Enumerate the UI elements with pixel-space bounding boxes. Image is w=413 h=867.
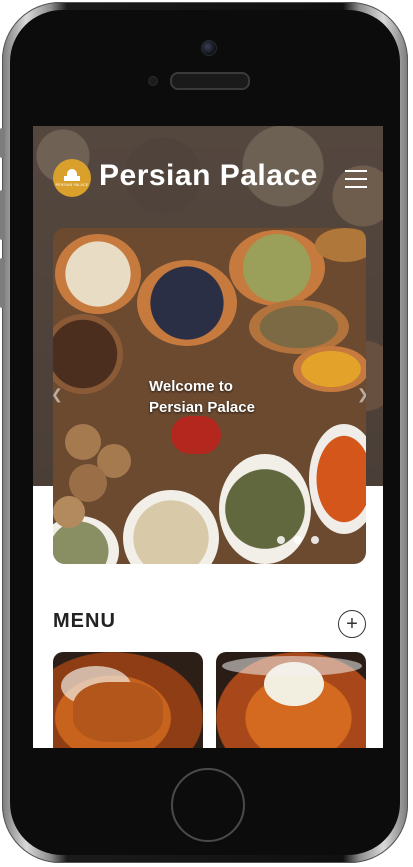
slide-caption-line: Persian Palace <box>149 399 255 416</box>
front-camera-icon <box>201 40 217 56</box>
slider-dot[interactable] <box>260 536 268 544</box>
curry-image <box>73 682 163 742</box>
slider-dots <box>260 536 319 544</box>
spice-bowl-image <box>229 230 325 306</box>
chili-image <box>171 416 221 454</box>
brand-name[interactable]: Persian Palace <box>99 159 318 193</box>
nutmeg-image <box>65 424 101 460</box>
spice-bowl-image <box>309 424 366 534</box>
proximity-sensor <box>148 76 158 86</box>
menu-title: MENU <box>53 610 116 632</box>
slide-caption-line: Welcome to <box>149 378 233 395</box>
earpiece-speaker <box>170 72 250 90</box>
hero-slider[interactable]: ❮ ❯ Welcome to Persian Palace <box>53 228 366 564</box>
slider-dot[interactable] <box>277 536 285 544</box>
mute-switch <box>0 128 5 158</box>
next-slide-icon[interactable]: ❯ <box>357 386 366 403</box>
hamburger-menu-icon[interactable] <box>345 170 367 188</box>
nutmeg-image <box>53 496 85 528</box>
spice-bowl-image <box>219 454 311 564</box>
prev-slide-icon[interactable]: ❮ <box>53 386 63 403</box>
logo-text: PERSIAN PALACE <box>55 183 89 187</box>
spice-bowl-image <box>123 490 219 564</box>
spice-bowl-image <box>55 234 141 314</box>
volume-down-button <box>0 258 5 308</box>
slide-caption: Welcome to Persian Palace <box>149 376 255 418</box>
spice-bowl-image <box>315 228 366 262</box>
mosque-icon <box>63 169 81 181</box>
logo[interactable]: PERSIAN PALACE <box>53 159 91 197</box>
home-button[interactable] <box>171 768 245 842</box>
spice-bowl-image <box>293 346 366 392</box>
menu-item-image[interactable] <box>216 652 366 748</box>
site-header: PERSIAN PALACE Persian Palace <box>33 126 383 226</box>
volume-up-button <box>0 190 5 240</box>
plate-image <box>222 656 362 676</box>
app-screen: PERSIAN PALACE Persian Palace ❮ ❯ Welcom… <box>33 126 383 748</box>
slider-dot[interactable] <box>311 536 319 544</box>
spice-bowl-image <box>137 260 237 346</box>
plus-circle-icon[interactable]: + <box>338 610 366 638</box>
spice-bowl-image <box>53 314 123 394</box>
slider-dot[interactable] <box>294 536 302 544</box>
menu-item-image[interactable] <box>53 652 203 748</box>
